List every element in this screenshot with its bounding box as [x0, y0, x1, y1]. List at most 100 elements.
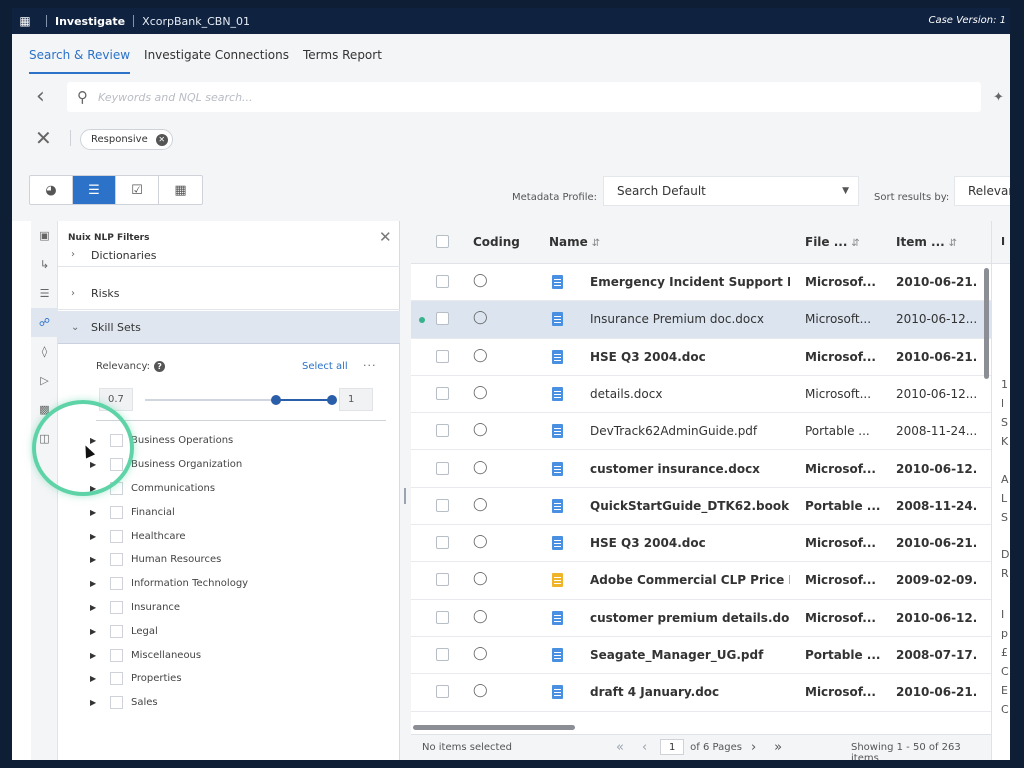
metadata-profile-select[interactable]: Search Default ▼ — [603, 176, 859, 206]
hierarchy-icon[interactable]: ↳ — [31, 250, 58, 279]
cell-name[interactable]: HSE Q3 2004.doc — [590, 350, 790, 364]
compare-icon[interactable]: ◫ — [31, 424, 58, 453]
skill-item[interactable]: ▶ Financial — [58, 500, 400, 524]
facet-skill-sets[interactable]: ⌄ Skill Sets — [58, 311, 400, 344]
cell-name[interactable]: HSE Q3 2004.doc — [590, 536, 790, 550]
cell-name[interactable]: DevTrack62AdminGuide.pdf — [590, 424, 790, 438]
tag-icon[interactable]: ◯ — [473, 646, 488, 661]
binoculars-icon[interactable]: ▩ — [31, 395, 58, 424]
last-page-icon[interactable]: » — [774, 740, 782, 755]
skill-checkbox[interactable] — [110, 624, 123, 638]
skill-checkbox[interactable] — [110, 577, 123, 591]
table-row[interactable]: ◯ details.docx Microsoft... 2010-06-12... — [411, 376, 991, 414]
relevancy-min-input[interactable]: 0.7 — [99, 388, 133, 411]
table-row[interactable]: ◯ HSE Q3 2004.doc Microsof... 2010-06-21... — [411, 339, 991, 376]
column-header-file-type[interactable]: File ... ⇵ — [805, 235, 860, 249]
skill-item[interactable]: ▶ Properties — [58, 667, 400, 691]
skill-item[interactable]: ▶ Business Operations — [58, 429, 400, 453]
tag-icon[interactable]: ◯ — [473, 273, 488, 288]
row-checkbox[interactable] — [436, 536, 449, 550]
column-header-name[interactable]: Name ⇵ — [549, 235, 600, 249]
table-row[interactable]: ◯ customer premium details.docx Microsof..… — [411, 600, 991, 637]
row-checkbox[interactable] — [436, 312, 449, 326]
expand-triangle-icon[interactable]: ▶ — [90, 603, 110, 612]
column-header-item-date[interactable]: Item ... ⇵ — [896, 235, 957, 249]
sort-select[interactable]: Relevance — [954, 176, 1010, 206]
slider-handle-min[interactable] — [270, 395, 281, 405]
select-all-checkbox[interactable] — [436, 235, 449, 248]
filter-chip-responsive[interactable]: Responsive ✕ — [80, 129, 173, 150]
table-row[interactable]: ◯ customer insurance.docx Microsof... 2010-… — [411, 451, 991, 488]
expand-triangle-icon[interactable]: ▶ — [90, 555, 110, 564]
next-page-icon[interactable]: › — [751, 740, 756, 755]
table-row[interactable]: ◯ HSE Q3 2004.doc Microsof... 2010-06-21... — [411, 525, 991, 563]
skill-checkbox[interactable] — [110, 696, 123, 710]
vertical-scrollbar[interactable] — [984, 268, 989, 379]
row-checkbox[interactable] — [436, 648, 449, 661]
expand-triangle-icon[interactable]: ▶ — [90, 532, 110, 541]
search-box[interactable]: ⚲ — [67, 82, 981, 112]
tag-icon[interactable]: ◯ — [473, 460, 488, 475]
close-icon[interactable]: ✕ — [379, 228, 392, 246]
save-icon[interactable]: ▣ — [31, 221, 58, 250]
expand-triangle-icon[interactable]: ▶ — [90, 698, 110, 707]
row-checkbox[interactable] — [436, 275, 449, 288]
table-row[interactable]: ◯ Insurance Premium doc.docx Microsoft... 2… — [411, 301, 991, 339]
first-page-icon[interactable]: « — [616, 740, 624, 755]
query-options-icon[interactable]: ✦ — [993, 90, 1004, 105]
expand-triangle-icon[interactable]: ▶ — [90, 436, 110, 445]
skill-checkbox[interactable] — [110, 648, 123, 662]
tag-icon[interactable]: ◯ — [473, 571, 488, 586]
expand-triangle-icon[interactable]: ▶ — [90, 674, 110, 683]
row-checkbox[interactable] — [436, 424, 449, 438]
cell-name[interactable]: Adobe Commercial CLP Price L... — [590, 573, 790, 587]
nlp-filter-icon[interactable]: ☍ — [31, 308, 58, 337]
expand-triangle-icon[interactable]: ▶ — [90, 651, 110, 660]
table-row[interactable]: ◯ DevTrack62AdminGuide.pdf Portable ... 200… — [411, 413, 991, 451]
tag-icon[interactable]: ◯ — [473, 422, 488, 437]
cell-name[interactable]: customer insurance.docx — [590, 462, 790, 476]
table-row[interactable]: ◯ Adobe Commercial CLP Price L... Microsof… — [411, 562, 991, 600]
facet-dictionaries[interactable]: › Dictionaries — [58, 249, 400, 267]
expand-triangle-icon[interactable]: ▶ — [90, 508, 110, 517]
skill-item[interactable]: ▶ Business Organization — [58, 453, 400, 477]
skill-checkbox[interactable] — [110, 434, 123, 448]
table-row[interactable]: ◯ Seagate_Manager_UG.pdf Portable ... 2008-… — [411, 637, 991, 675]
select-all-link[interactable]: Select all — [302, 361, 348, 372]
sliders-icon[interactable]: ☰ — [31, 279, 58, 308]
skill-checkbox[interactable] — [110, 505, 123, 519]
column-header-coding[interactable]: Coding — [473, 235, 520, 249]
skill-item[interactable]: ▶ Sales — [58, 691, 400, 715]
clear-filters-icon[interactable]: ✕ — [35, 128, 52, 148]
tab-terms-report[interactable]: Terms Report — [303, 48, 382, 74]
tag-icon[interactable]: ◯ — [473, 497, 488, 512]
cell-name[interactable]: details.docx — [590, 387, 790, 401]
tag-icon[interactable]: ◯ — [473, 385, 488, 400]
tag-icon[interactable]: ◯ — [473, 609, 488, 624]
panel-splitter[interactable] — [400, 221, 411, 760]
row-checkbox[interactable] — [436, 498, 449, 512]
skill-item[interactable]: ▶ Legal — [58, 619, 400, 643]
list-view-icon[interactable]: ☰ — [73, 176, 116, 204]
help-icon[interactable]: ? — [154, 361, 166, 372]
cell-name[interactable]: Emergency Incident Support P... — [590, 275, 790, 289]
cell-name[interactable]: draft 4 January.doc — [590, 685, 790, 699]
tag-icon[interactable]: ◯ — [473, 534, 488, 549]
tag-icon[interactable]: ▷ — [31, 366, 58, 395]
row-checkbox[interactable] — [436, 349, 449, 363]
search-input[interactable] — [98, 90, 698, 104]
skill-checkbox[interactable] — [110, 458, 123, 472]
row-checkbox[interactable] — [436, 461, 449, 475]
expand-triangle-icon[interactable]: ▶ — [90, 627, 110, 636]
review-view-icon[interactable]: ☑ — [116, 176, 159, 204]
tag-icon[interactable]: ◯ — [473, 348, 488, 363]
skill-item[interactable]: ▶ Miscellaneous — [58, 643, 400, 667]
horizontal-scrollbar[interactable] — [413, 725, 575, 730]
facet-risks[interactable]: › Risks — [58, 277, 400, 310]
cell-name[interactable]: Insurance Premium doc.docx — [590, 312, 790, 326]
skill-checkbox[interactable] — [110, 600, 123, 614]
skill-item[interactable]: ▶ Information Technology — [58, 572, 400, 596]
tab-search-review[interactable]: Search & Review — [29, 48, 131, 74]
cell-name[interactable]: QuickStartGuide_DTK62.book.... — [590, 499, 790, 513]
more-options-icon[interactable]: ··· — [363, 359, 377, 372]
